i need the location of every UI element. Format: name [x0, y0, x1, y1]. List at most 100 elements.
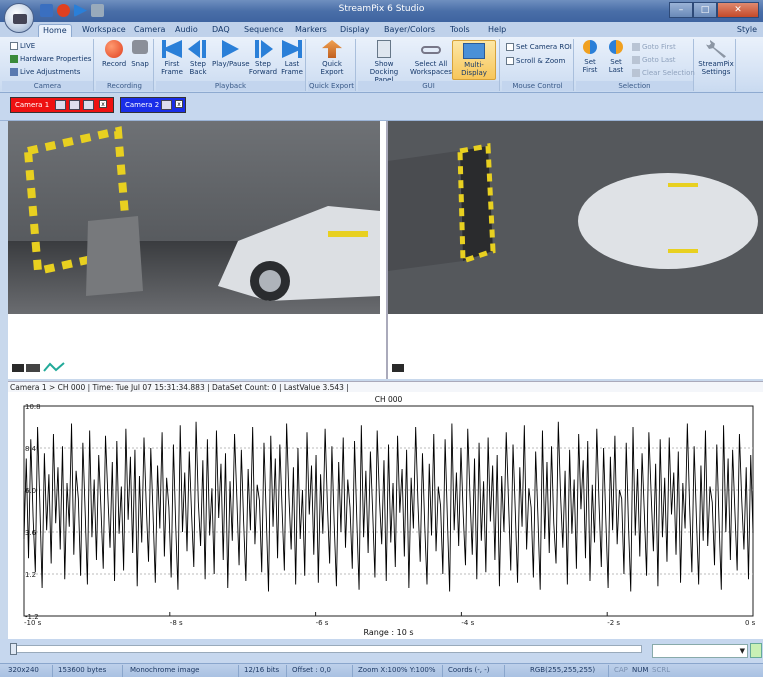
go-button[interactable]: [750, 643, 762, 658]
wrench-icon: [706, 40, 726, 58]
hardware-properties-button[interactable]: Hardware Properties: [10, 55, 91, 63]
play-icon[interactable]: [74, 4, 87, 17]
step-forward-label: Step Forward: [248, 60, 278, 76]
ribbon-group-settings: StreamPix Settings: [696, 39, 736, 91]
tab-display[interactable]: Display: [336, 24, 374, 37]
camera-icon[interactable]: [161, 100, 172, 110]
status-image-type: Monochrome image: [130, 666, 200, 674]
tab-workspace[interactable]: Workspace: [78, 24, 130, 37]
close-button[interactable]: ✕: [717, 2, 759, 18]
checkbox-icon: [506, 43, 514, 51]
first-frame-button[interactable]: First Frame: [158, 40, 186, 76]
y-tick-label: 10.8: [25, 403, 41, 411]
viewport-divider[interactable]: [386, 121, 388, 379]
set-first-label: Set First: [582, 58, 598, 74]
camera-1-tab[interactable]: Camera 1 x: [10, 97, 114, 113]
snap-label: Snap: [131, 60, 149, 68]
title-bar: StreamPix 6 Studio – □ ✕: [0, 0, 763, 22]
x-tick-label: -6 s: [316, 619, 329, 627]
ribbon-group-gui: Show Docking Panel Select All Workspaces…: [358, 39, 500, 91]
record-icon: [105, 40, 123, 58]
close-icon[interactable]: x: [99, 100, 107, 108]
show-docking-panel-button[interactable]: Show Docking Panel: [360, 40, 408, 84]
goto-first-button[interactable]: Goto First: [632, 43, 676, 51]
tab-audio[interactable]: Audio: [171, 24, 202, 37]
tab-sequence[interactable]: Sequence: [240, 24, 287, 37]
camera-2-tab[interactable]: Camera 2 x: [120, 97, 186, 113]
save-icon[interactable]: [40, 4, 53, 17]
chevron-down-icon: ▼: [739, 647, 745, 655]
live-toggle[interactable]: LIVE: [10, 42, 35, 50]
set-last-label: Set Last: [608, 58, 624, 74]
snap-button[interactable]: Snap: [129, 40, 151, 68]
quick-export-button[interactable]: Quick Export: [312, 40, 352, 76]
step-forward-button[interactable]: Step Forward: [248, 40, 278, 76]
multi-display-button[interactable]: Multi-Display: [452, 40, 496, 80]
group-label-quick-export: Quick Export: [308, 81, 355, 91]
tab-tools[interactable]: Tools: [446, 24, 474, 37]
tab-help[interactable]: Help: [484, 24, 510, 37]
minimize-button[interactable]: –: [669, 2, 693, 18]
set-last-button[interactable]: Set Last: [604, 40, 628, 74]
camera-icon: [392, 361, 406, 373]
export-icon: [322, 40, 342, 58]
quick-export-label: Quick Export: [320, 60, 344, 76]
style-menu[interactable]: Style: [737, 25, 757, 34]
channel-info-line: Camera 1 > CH 000 | Time: Tue Jul 07 15:…: [8, 381, 763, 392]
maximize-button[interactable]: □: [693, 2, 717, 18]
last-frame-button[interactable]: Last Frame: [280, 40, 304, 76]
group-label-recording: Recording: [96, 81, 153, 91]
streampix-settings-label: StreamPix Settings: [698, 60, 734, 76]
status-bar: 320x240 153600 bytes Monochrome image 12…: [0, 663, 763, 677]
group-label-camera: Camera: [2, 81, 93, 91]
select-all-workspaces-button[interactable]: Select All Workspaces: [410, 40, 452, 76]
record-button[interactable]: Record: [102, 40, 126, 68]
tab-home[interactable]: Home: [38, 24, 72, 37]
tab-camera[interactable]: Camera: [130, 24, 169, 37]
checkbox-icon: [10, 42, 18, 50]
step-back-icon: [188, 40, 206, 58]
scroll-zoom-toggle[interactable]: Scroll & Zoom: [506, 57, 565, 65]
multi-display-icon: [463, 43, 485, 59]
window-controls: – □ ✕: [669, 2, 759, 18]
hardware-icon: [10, 55, 18, 63]
step-back-button[interactable]: Step Back: [186, 40, 210, 76]
daq-icon[interactable]: [83, 100, 94, 110]
app-menu-button[interactable]: [4, 3, 34, 33]
clear-selection-button[interactable]: Clear Selection: [632, 69, 695, 77]
goto-first-label: Goto First: [642, 43, 676, 51]
record-icon[interactable]: [57, 4, 70, 17]
x-axis-label: Range : 10 s: [363, 628, 413, 637]
tab-daq[interactable]: DAQ: [208, 24, 234, 37]
y-tick-label: 1.2: [25, 571, 36, 579]
ribbon-group-mouse-control: Set Camera ROI Scroll & Zoom Mouse Contr…: [502, 39, 574, 91]
goto-last-label: Goto Last: [642, 56, 676, 64]
timeline-slider[interactable]: [10, 643, 642, 655]
status-rgb: RGB(255,255,255): [530, 666, 596, 674]
tab-markers[interactable]: Markers: [291, 24, 331, 37]
camera-1-view[interactable]: [8, 121, 380, 314]
record-label: Record: [102, 60, 127, 68]
tools-icon[interactable]: [91, 4, 104, 17]
step-back-label: Step Back: [189, 60, 207, 76]
set-camera-roi-toggle[interactable]: Set Camera ROI: [506, 43, 572, 51]
status-bytes: 153600 bytes: [58, 666, 107, 674]
daq-chart[interactable]: 10.8 8.4 6.0 3.6 1.2 -1.2 -10 s -8 s -6 s -4 s -2 …: [8, 392, 763, 639]
set-first-button[interactable]: Set First: [578, 40, 602, 74]
chart-icon[interactable]: [69, 100, 80, 110]
ribbon: LIVE Hardware Properties Live Adjustment…: [0, 37, 763, 93]
goto-first-icon: [632, 43, 640, 51]
camera-2-view[interactable]: [388, 121, 763, 314]
streampix-settings-button[interactable]: StreamPix Settings: [698, 40, 734, 76]
goto-last-button[interactable]: Goto Last: [632, 56, 676, 64]
goto-last-icon: [632, 56, 640, 64]
live-adjustments-button[interactable]: Live Adjustments: [10, 68, 80, 76]
close-icon[interactable]: x: [175, 100, 183, 108]
tab-bayer-colors[interactable]: Bayer/Colors: [380, 24, 439, 37]
set-last-icon: [609, 40, 623, 54]
camera-icon[interactable]: [55, 100, 66, 110]
timeline-slider-thumb[interactable]: [10, 643, 17, 655]
camera-icon: [13, 14, 27, 24]
channel-combo[interactable]: ▼: [652, 644, 748, 658]
play-pause-button[interactable]: Play/Pause: [212, 40, 250, 68]
